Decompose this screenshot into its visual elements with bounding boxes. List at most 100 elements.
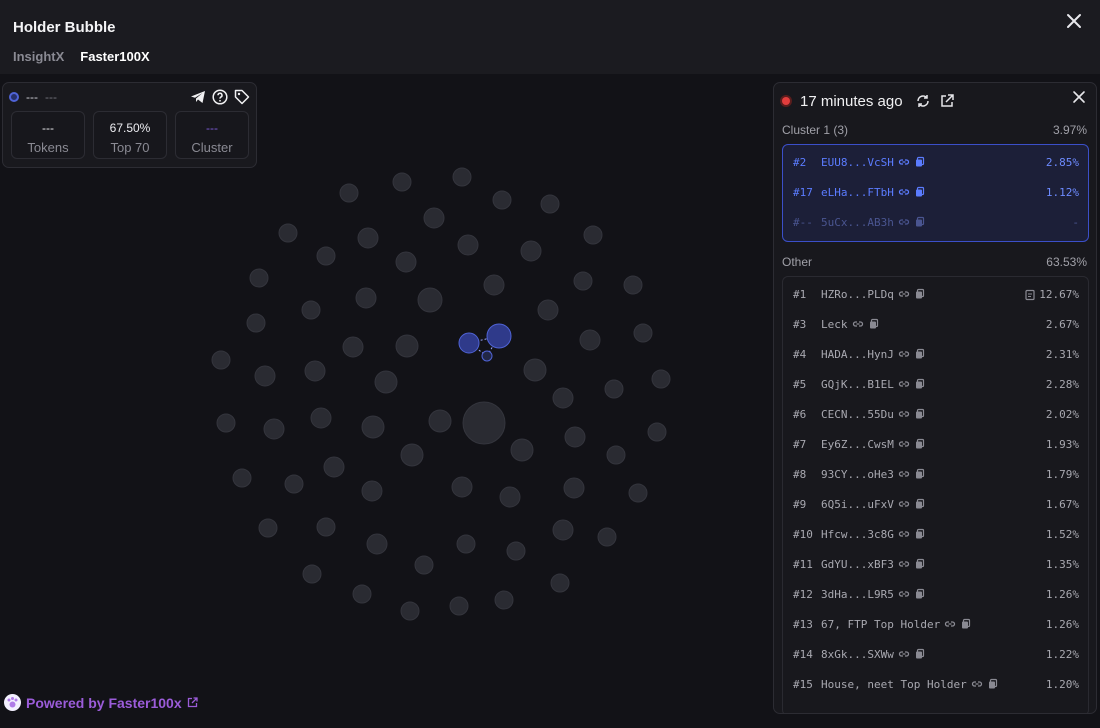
holder-bubble[interactable] bbox=[510, 438, 534, 462]
telegram-icon[interactable] bbox=[190, 89, 206, 105]
holder-bubble[interactable] bbox=[647, 422, 667, 442]
holder-bubble[interactable] bbox=[278, 223, 298, 243]
copy-icon[interactable] bbox=[960, 618, 972, 630]
holder-row[interactable]: #2 EUU8...VcSH 2.85% bbox=[783, 147, 1088, 177]
holder-address[interactable]: 5uCx...AB3h bbox=[821, 216, 894, 229]
holder-row[interactable]: #13 67, FTP Top Holder 1.26% bbox=[783, 609, 1088, 639]
holder-bubble[interactable] bbox=[216, 413, 236, 433]
powered-by-link[interactable]: Powered by Faster100x bbox=[4, 694, 198, 711]
holder-row[interactable]: #9 6Q5i...uFxV 1.67% bbox=[783, 489, 1088, 519]
holder-address[interactable]: eLHa...FTbH bbox=[821, 186, 894, 199]
holder-bubble[interactable] bbox=[550, 573, 570, 593]
link-icon[interactable] bbox=[898, 438, 910, 450]
holder-bubble[interactable] bbox=[284, 474, 304, 494]
holder-bubble[interactable] bbox=[361, 480, 383, 502]
holder-row[interactable]: #8 93CY...oHe3 1.79% bbox=[783, 459, 1088, 489]
holder-bubble[interactable] bbox=[316, 517, 336, 537]
holder-bubble[interactable] bbox=[579, 329, 601, 351]
link-icon[interactable] bbox=[898, 468, 910, 480]
link-icon[interactable] bbox=[898, 558, 910, 570]
holder-bubble[interactable] bbox=[537, 299, 559, 321]
holder-bubble[interactable] bbox=[494, 590, 514, 610]
link-icon[interactable] bbox=[898, 186, 910, 198]
holder-bubble[interactable] bbox=[520, 240, 542, 262]
top-holder-bubble[interactable] bbox=[462, 401, 506, 445]
holder-address[interactable]: Hfcw...3c8G bbox=[821, 528, 894, 541]
holder-bubble[interactable] bbox=[604, 379, 624, 399]
holder-bubble[interactable] bbox=[564, 426, 586, 448]
holder-bubble[interactable] bbox=[400, 601, 420, 621]
copy-icon[interactable] bbox=[914, 558, 926, 570]
holder-address[interactable]: GdYU...xBF3 bbox=[821, 558, 894, 571]
holder-address[interactable]: GQjK...B1EL bbox=[821, 378, 894, 391]
copy-icon[interactable] bbox=[914, 288, 926, 300]
holder-bubble[interactable] bbox=[573, 271, 593, 291]
holder-bubble[interactable] bbox=[395, 334, 419, 358]
holder-bubble[interactable] bbox=[339, 183, 359, 203]
holder-bubble[interactable] bbox=[628, 483, 648, 503]
link-icon[interactable] bbox=[898, 288, 910, 300]
holder-bubble[interactable] bbox=[374, 370, 398, 394]
copy-icon[interactable] bbox=[914, 648, 926, 660]
link-icon[interactable] bbox=[852, 318, 864, 330]
copy-icon[interactable] bbox=[914, 528, 926, 540]
cluster-bubble[interactable] bbox=[486, 323, 512, 349]
holder-bubble[interactable] bbox=[606, 445, 626, 465]
link-icon[interactable] bbox=[898, 216, 910, 228]
cluster-bubble[interactable] bbox=[481, 350, 493, 362]
holder-bubble[interactable] bbox=[552, 387, 574, 409]
holder-address[interactable]: HZRo...PLDq bbox=[821, 288, 894, 301]
holder-bubble[interactable] bbox=[451, 476, 473, 498]
link-icon[interactable] bbox=[898, 648, 910, 660]
holder-row[interactable]: #14 8xGk...SXWw 1.22% bbox=[783, 639, 1088, 669]
holder-bubble[interactable] bbox=[301, 300, 321, 320]
holder-address[interactable]: 3dHa...L9R5 bbox=[821, 588, 894, 601]
holder-row[interactable]: #15 House, neet Top Holder 1.20% bbox=[783, 669, 1088, 699]
holder-bubble[interactable] bbox=[552, 519, 574, 541]
holder-bubble[interactable] bbox=[316, 246, 336, 266]
copy-icon[interactable] bbox=[914, 156, 926, 168]
holder-address[interactable]: EUU8...VcSH bbox=[821, 156, 894, 169]
holder-address[interactable]: CECN...55Du bbox=[821, 408, 894, 421]
holder-bubble[interactable] bbox=[456, 534, 476, 554]
link-icon[interactable] bbox=[944, 618, 956, 630]
holder-address[interactable]: House, neet Top Holder bbox=[821, 678, 967, 691]
holder-bubble[interactable] bbox=[423, 207, 445, 229]
holder-row[interactable]: #12 3dHa...L9R5 1.26% bbox=[783, 579, 1088, 609]
copy-icon[interactable] bbox=[914, 378, 926, 390]
holder-bubble[interactable] bbox=[361, 415, 385, 439]
link-icon[interactable] bbox=[898, 378, 910, 390]
holder-bubble[interactable] bbox=[263, 418, 285, 440]
holder-bubble[interactable] bbox=[449, 596, 469, 616]
holder-bubble[interactable] bbox=[392, 172, 412, 192]
holder-row[interactable]: #5 GQjK...B1EL 2.28% bbox=[783, 369, 1088, 399]
holder-bubble[interactable] bbox=[258, 518, 278, 538]
copy-icon[interactable] bbox=[914, 468, 926, 480]
link-icon[interactable] bbox=[898, 156, 910, 168]
link-icon[interactable] bbox=[898, 588, 910, 600]
copy-icon[interactable] bbox=[914, 498, 926, 510]
holder-bubble[interactable] bbox=[452, 167, 472, 187]
holder-bubble[interactable] bbox=[651, 369, 671, 389]
copy-icon[interactable] bbox=[987, 678, 999, 690]
holder-bubble[interactable] bbox=[563, 477, 585, 499]
holder-bubble[interactable] bbox=[523, 358, 547, 382]
holder-bubble[interactable] bbox=[400, 443, 424, 467]
holder-address[interactable]: Leck bbox=[821, 318, 848, 331]
copy-icon[interactable] bbox=[914, 348, 926, 360]
holder-bubble[interactable] bbox=[483, 274, 505, 296]
holder-bubble[interactable] bbox=[540, 194, 560, 214]
holder-bubble[interactable] bbox=[323, 456, 345, 478]
holder-bubble[interactable] bbox=[428, 409, 452, 433]
holder-address[interactable]: 93CY...oHe3 bbox=[821, 468, 894, 481]
holder-row[interactable]: #1 HZRo...PLDq 12.67% bbox=[783, 279, 1088, 309]
holder-bubble[interactable] bbox=[342, 336, 364, 358]
holder-address[interactable]: 67, FTP Top Holder bbox=[821, 618, 940, 631]
holder-row[interactable]: #7 Ey6Z...CwsM 1.93% bbox=[783, 429, 1088, 459]
holder-address[interactable]: HADA...HynJ bbox=[821, 348, 894, 361]
tag-icon[interactable] bbox=[234, 89, 250, 105]
holder-bubble[interactable] bbox=[232, 468, 252, 488]
holder-bubble[interactable] bbox=[633, 323, 653, 343]
holder-row[interactable]: #-- 5uCx...AB3h - bbox=[783, 207, 1088, 237]
holder-row[interactable]: #4 HADA...HynJ 2.31% bbox=[783, 339, 1088, 369]
